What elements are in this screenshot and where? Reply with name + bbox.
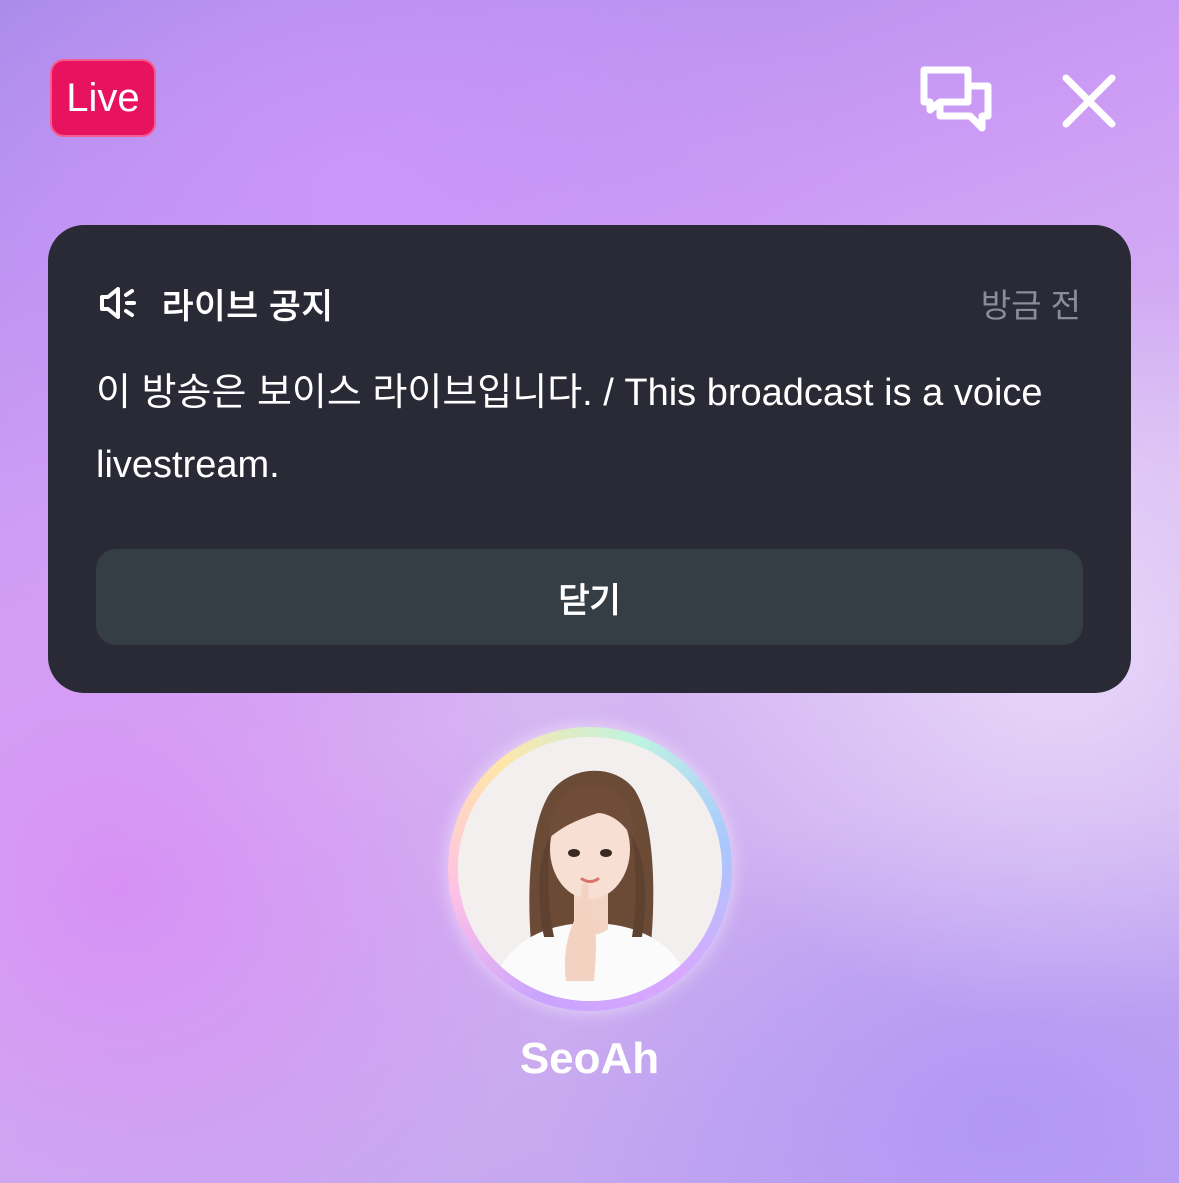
notice-header: 라이브 공지 방금 전	[98, 281, 1081, 326]
notice-title: 라이브 공지	[162, 287, 334, 326]
megaphone-icon	[100, 287, 136, 319]
live-notice-card: 라이브 공지 방금 전 이 방송은 보이스 라이브입니다. / This bro…	[48, 225, 1131, 693]
notice-timestamp: 방금 전	[980, 287, 1081, 324]
chat-button[interactable]	[918, 64, 996, 136]
close-notice-button[interactable]: 닫기	[96, 549, 1083, 645]
live-badge: Live	[50, 59, 156, 137]
chat-bubbles-icon	[920, 66, 992, 132]
close-button[interactable]	[1056, 68, 1122, 134]
host-avatar-ring[interactable]	[448, 727, 732, 1011]
close-icon	[1062, 74, 1116, 128]
host-avatar-photo	[458, 737, 722, 1001]
host-name: SeoAh	[519, 1034, 660, 1083]
notice-message: 이 방송은 보이스 라이브입니다. / This broadcast is a …	[96, 372, 1043, 486]
